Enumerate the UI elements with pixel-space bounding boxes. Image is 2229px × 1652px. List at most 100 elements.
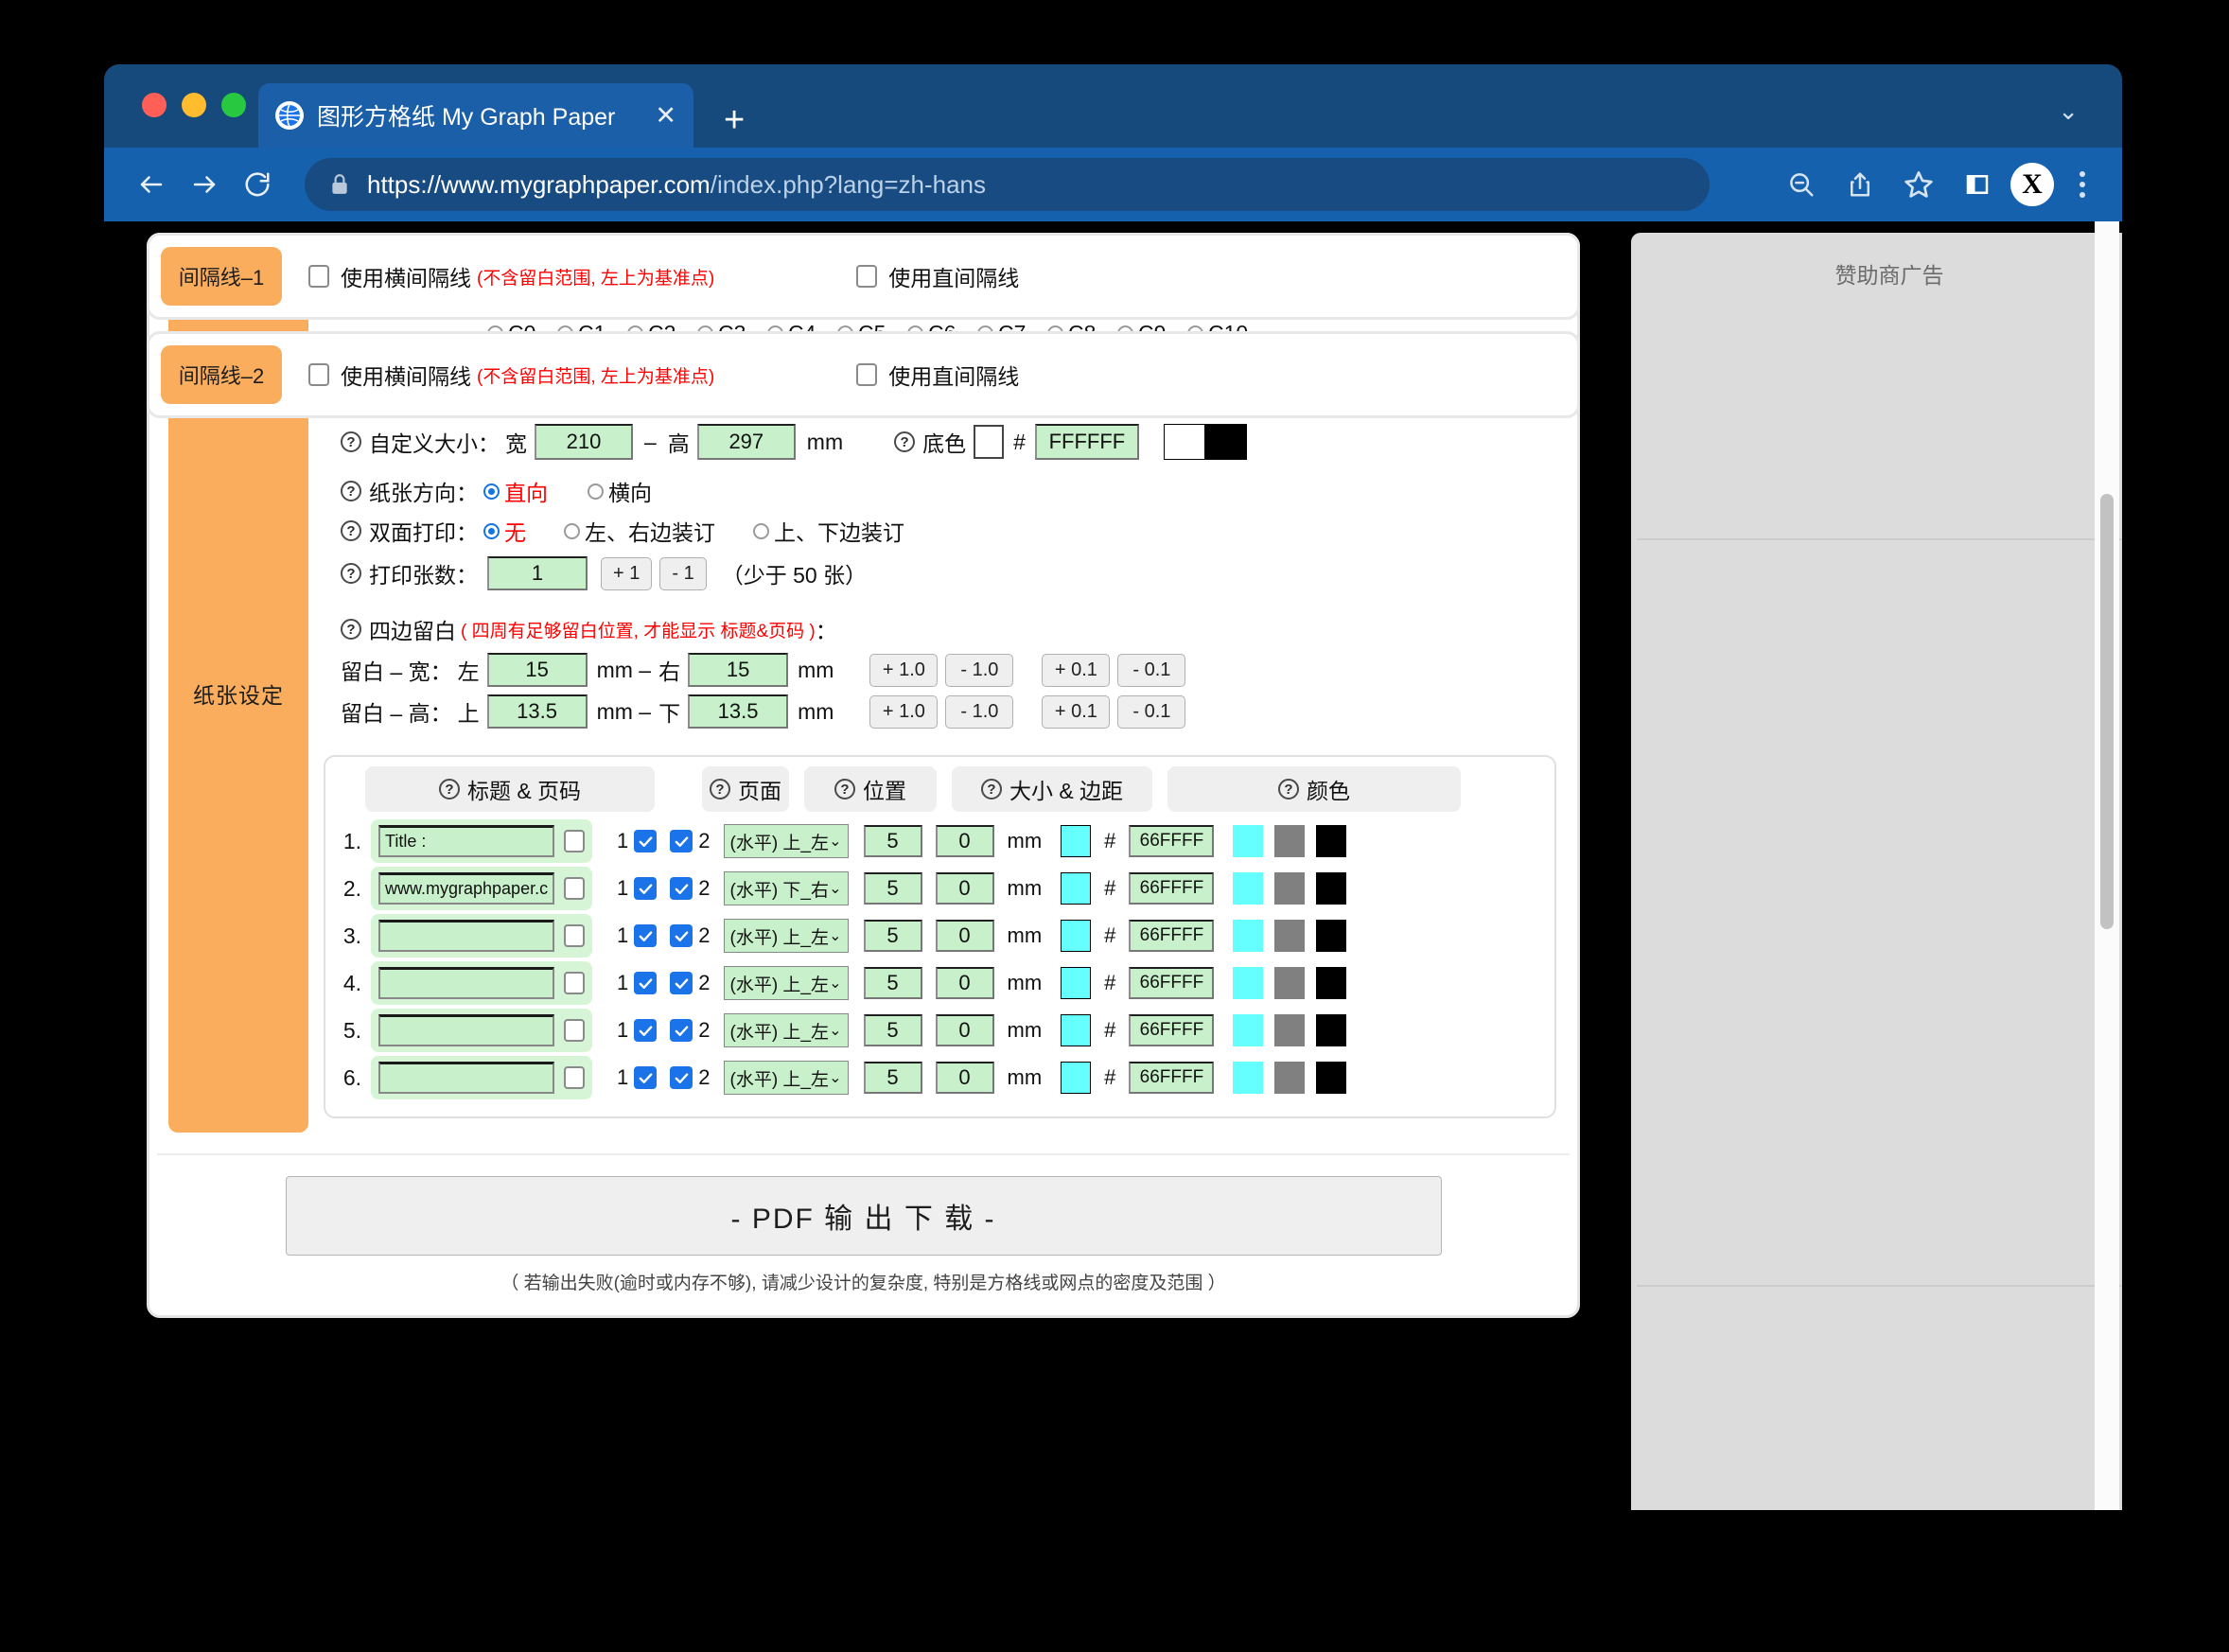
color-picker[interactable] bbox=[1061, 825, 1091, 857]
horizontal-gridline-checkbox-row[interactable]: 使用横间隔线(不含留白范围, 左上为基准点) bbox=[308, 359, 714, 391]
reload-icon[interactable] bbox=[231, 158, 284, 211]
paper-width-input[interactable] bbox=[535, 424, 633, 460]
swatch-black[interactable] bbox=[1205, 424, 1247, 460]
position-select[interactable]: (水平) 下_右⌄ bbox=[724, 871, 849, 905]
title-enable-checkbox[interactable] bbox=[564, 830, 585, 852]
margin-input[interactable] bbox=[936, 1062, 994, 1094]
position-select[interactable]: (水平) 上_左⌄ bbox=[724, 1061, 849, 1095]
help-icon[interactable]: ? bbox=[834, 779, 855, 800]
bg-color-picker[interactable] bbox=[974, 425, 1004, 459]
font-size-input[interactable] bbox=[864, 1014, 922, 1046]
margin-input[interactable] bbox=[936, 872, 994, 905]
address-bar[interactable]: https://www.mygraphpaper.com/index.php?l… bbox=[305, 158, 1710, 211]
back-icon[interactable] bbox=[125, 158, 178, 211]
page1-checkbox[interactable] bbox=[634, 972, 657, 994]
page-scrollbar[interactable] bbox=[2095, 221, 2119, 1510]
page2-checkbox[interactable] bbox=[670, 877, 693, 900]
margin-height-step-0[interactable]: + 1.0 bbox=[869, 695, 938, 729]
color-hex-input[interactable] bbox=[1129, 872, 1214, 905]
color-hex-input[interactable] bbox=[1129, 920, 1214, 952]
help-icon[interactable]: ? bbox=[710, 779, 730, 800]
margin-width-step-1[interactable]: - 1.0 bbox=[945, 654, 1013, 687]
color-picker[interactable] bbox=[1061, 920, 1091, 952]
help-icon[interactable]: ? bbox=[981, 779, 1002, 800]
color-hex-input[interactable] bbox=[1129, 967, 1214, 999]
margin-input[interactable] bbox=[936, 967, 994, 999]
vertical-gridline-checkbox-row[interactable]: 使用直间隔线 bbox=[856, 260, 1019, 292]
forward-icon[interactable] bbox=[178, 158, 231, 211]
page1-checkbox[interactable] bbox=[634, 877, 657, 900]
radio-duplex-2[interactable]: 上、下边装订 bbox=[753, 515, 904, 547]
position-select[interactable]: (水平) 上_左⌄ bbox=[724, 824, 849, 858]
pdf-download-button[interactable]: - PDF 输 出 下 载 - bbox=[286, 1176, 1442, 1256]
font-size-input[interactable] bbox=[864, 967, 922, 999]
margin-bottom-input[interactable] bbox=[688, 694, 788, 729]
margin-height-step-1[interactable]: - 1.0 bbox=[945, 695, 1013, 729]
font-size-input[interactable] bbox=[864, 872, 922, 905]
paper-height-input[interactable] bbox=[697, 424, 796, 460]
title-enable-checkbox[interactable] bbox=[564, 972, 585, 994]
radio-circle[interactable] bbox=[483, 483, 500, 500]
help-icon[interactable]: ? bbox=[1278, 779, 1299, 800]
title-input[interactable] bbox=[378, 1062, 554, 1094]
vertical-gridline-checkbox[interactable] bbox=[856, 363, 877, 386]
sidebar-toggle-icon[interactable] bbox=[1952, 159, 2003, 210]
browser-tab[interactable]: 图形方格纸 My Graph Paper ✕ bbox=[258, 83, 693, 148]
margin-top-input[interactable] bbox=[487, 694, 588, 729]
margin-input[interactable] bbox=[936, 825, 994, 857]
scrollbar-thumb[interactable] bbox=[2100, 494, 2114, 929]
radio-circle[interactable] bbox=[588, 483, 604, 500]
copies-input[interactable] bbox=[487, 556, 588, 590]
radio-duplex-0[interactable]: 无 bbox=[483, 515, 526, 547]
color-picker[interactable] bbox=[1061, 1062, 1091, 1094]
help-icon[interactable]: ? bbox=[341, 619, 361, 640]
page2-checkbox[interactable] bbox=[670, 830, 693, 852]
font-size-input[interactable] bbox=[864, 1062, 922, 1094]
help-icon[interactable]: ? bbox=[341, 520, 361, 541]
help-icon[interactable]: ? bbox=[341, 563, 361, 584]
browser-menu-icon[interactable] bbox=[2062, 159, 2103, 210]
preset-swatch-sw1[interactable] bbox=[1233, 967, 1263, 999]
title-enable-checkbox[interactable] bbox=[564, 924, 585, 947]
position-select[interactable]: (水平) 上_左⌄ bbox=[724, 966, 849, 1000]
page1-checkbox[interactable] bbox=[634, 1019, 657, 1042]
font-size-input[interactable] bbox=[864, 825, 922, 857]
page2-checkbox[interactable] bbox=[670, 924, 693, 947]
horizontal-gridline-checkbox-row[interactable]: 使用横间隔线(不含留白范围, 左上为基准点) bbox=[308, 260, 714, 292]
preset-swatch-sw3[interactable] bbox=[1316, 825, 1346, 857]
title-enable-checkbox[interactable] bbox=[564, 1066, 585, 1089]
help-icon[interactable]: ? bbox=[341, 431, 361, 452]
close-icon[interactable]: ✕ bbox=[655, 103, 676, 129]
help-icon[interactable]: ? bbox=[341, 481, 361, 501]
radio-circle[interactable] bbox=[753, 523, 769, 539]
color-hex-input[interactable] bbox=[1129, 1062, 1214, 1094]
preset-swatch-sw2[interactable] bbox=[1274, 967, 1305, 999]
preset-swatch-sw2[interactable] bbox=[1274, 1062, 1305, 1094]
margin-height-step-3[interactable]: - 0.1 bbox=[1117, 695, 1185, 729]
page2-checkbox[interactable] bbox=[670, 1019, 693, 1042]
preset-swatch-sw2[interactable] bbox=[1274, 825, 1305, 857]
close-window-button[interactable] bbox=[142, 93, 167, 117]
margin-input[interactable] bbox=[936, 920, 994, 952]
radio-circle[interactable] bbox=[483, 523, 500, 539]
preset-swatch-sw1[interactable] bbox=[1233, 872, 1263, 905]
preset-swatch-sw3[interactable] bbox=[1316, 920, 1346, 952]
new-tab-button[interactable]: + bbox=[724, 102, 745, 138]
page2-checkbox[interactable] bbox=[670, 1066, 693, 1089]
title-input[interactable] bbox=[378, 1014, 554, 1046]
page1-checkbox[interactable] bbox=[634, 924, 657, 947]
preset-swatch-sw3[interactable] bbox=[1316, 967, 1346, 999]
position-select[interactable]: (水平) 上_左⌄ bbox=[724, 919, 849, 953]
radio-duplex-1[interactable]: 左、右边装订 bbox=[564, 515, 715, 547]
preset-swatch-sw2[interactable] bbox=[1274, 1014, 1305, 1046]
font-size-input[interactable] bbox=[864, 920, 922, 952]
preset-swatch-sw3[interactable] bbox=[1316, 1062, 1346, 1094]
share-icon[interactable] bbox=[1834, 159, 1886, 210]
preset-swatch-sw2[interactable] bbox=[1274, 920, 1305, 952]
chevron-down-icon[interactable]: ⌄ bbox=[2058, 98, 2079, 123]
title-input[interactable] bbox=[378, 872, 554, 905]
color-picker[interactable] bbox=[1061, 1014, 1091, 1046]
help-icon[interactable]: ? bbox=[439, 779, 460, 800]
title-enable-checkbox[interactable] bbox=[564, 1019, 585, 1042]
bookmark-star-icon[interactable] bbox=[1893, 159, 1944, 210]
